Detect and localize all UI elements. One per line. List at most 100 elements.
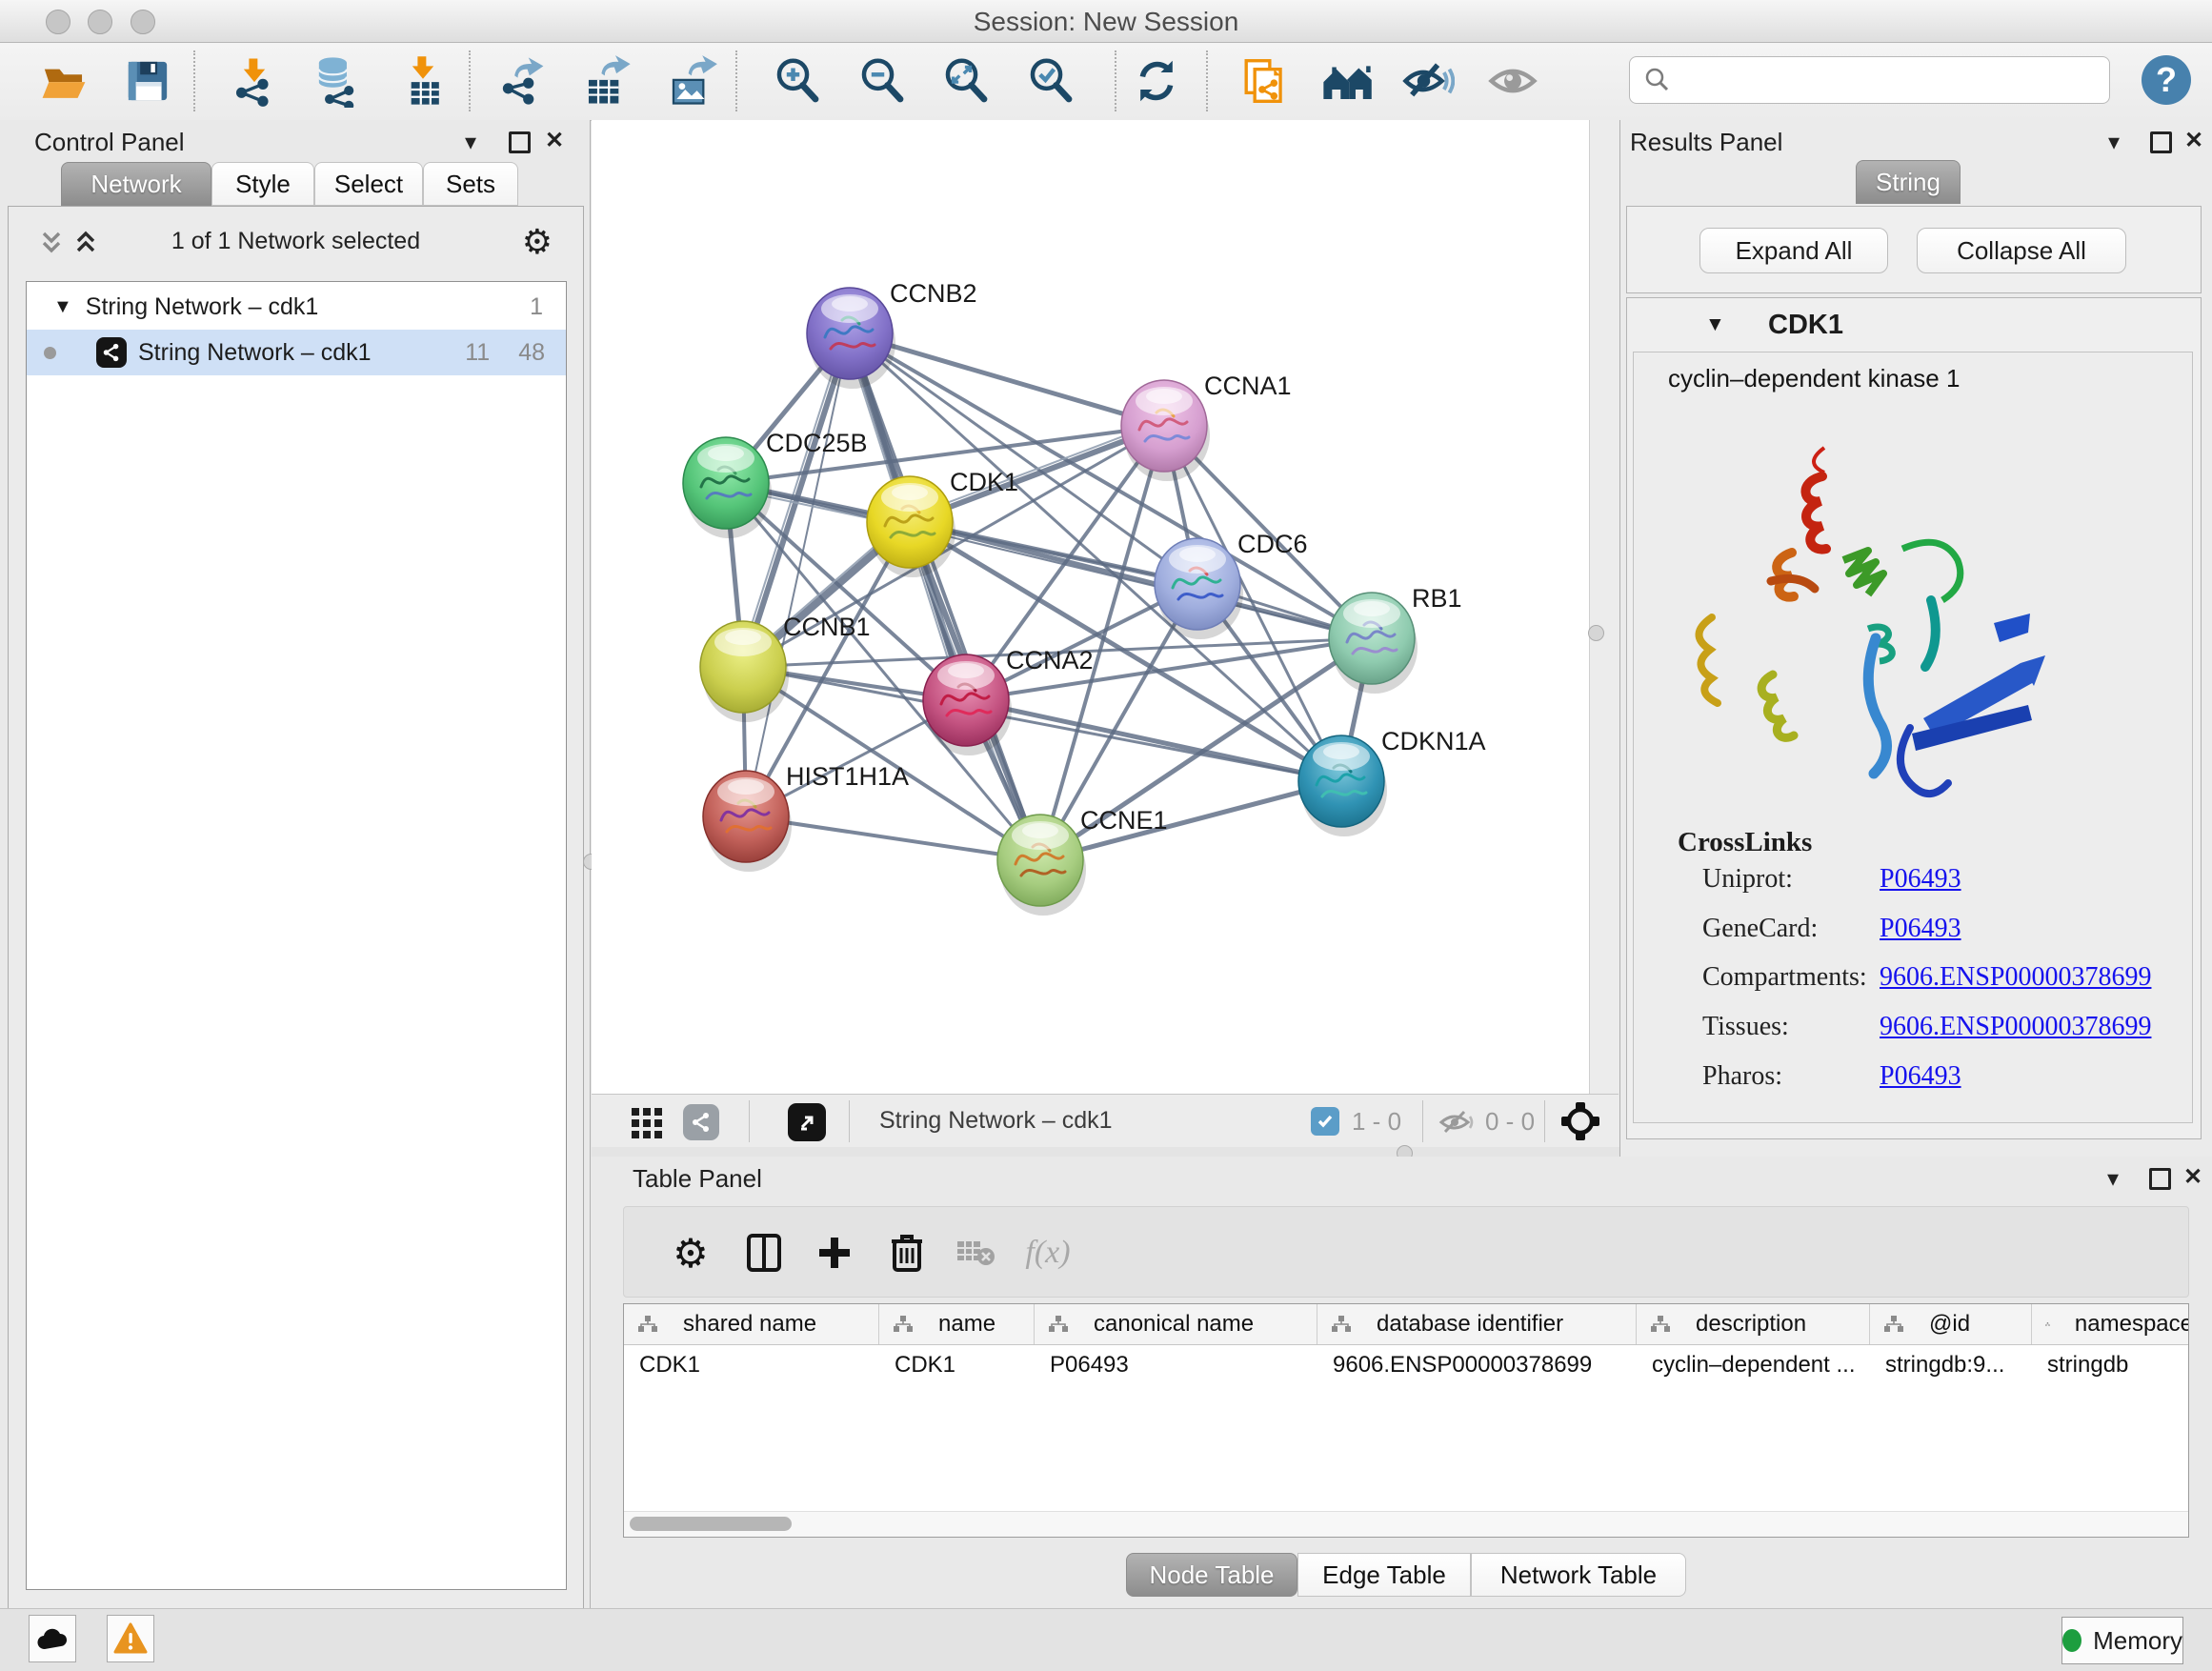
export-network-icon[interactable] (493, 52, 551, 110)
node-RB1[interactable] (1329, 593, 1418, 694)
column-header-namespace[interactable]: namespace (2032, 1304, 2189, 1344)
table-cell[interactable]: 9606.ENSP00000378699 (1317, 1344, 1637, 1386)
column-header-canonical-name[interactable]: canonical name (1035, 1304, 1317, 1344)
node-CCNB2[interactable] (807, 288, 895, 389)
node-CCNB1[interactable] (700, 621, 789, 722)
table-cell[interactable]: cyclin–dependent ... (1637, 1344, 1870, 1386)
help-button[interactable]: ? (2142, 55, 2191, 105)
panel-collapse-icon[interactable]: ▾ (2107, 1168, 2119, 1191)
network-view-type-icon[interactable] (683, 1104, 719, 1140)
tab-node-table[interactable]: Node Table (1126, 1553, 1297, 1597)
column-header-shared-name[interactable]: shared name (624, 1304, 879, 1344)
edge-CCNA2-CDKN1A[interactable] (966, 700, 1341, 781)
home-networks-icon[interactable] (1318, 52, 1376, 110)
tab-network-table[interactable]: Network Table (1471, 1553, 1686, 1597)
column-header--id[interactable]: @id (1870, 1304, 2032, 1344)
zoom-fit-icon[interactable] (937, 52, 995, 110)
export-image-icon[interactable] (663, 52, 720, 110)
column-header-label: database identifier (1377, 1311, 1563, 1338)
table-cell[interactable]: CDK1 (624, 1344, 879, 1386)
save-session-icon[interactable] (119, 52, 176, 110)
column-header-description[interactable]: description (1637, 1304, 1870, 1344)
node-CDK1[interactable] (867, 476, 955, 577)
node-CCNA2[interactable] (923, 654, 1012, 755)
scrollbar-thumb[interactable] (630, 1517, 792, 1531)
show-columns-icon[interactable] (735, 1224, 793, 1281)
tab-network[interactable]: Network (61, 162, 211, 206)
zoom-in-icon[interactable] (769, 52, 826, 110)
collapse-all-button[interactable]: Collapse All (1917, 228, 2126, 273)
show-eye-icon[interactable] (1484, 52, 1541, 110)
hidden-eye-icon[interactable] (1438, 1108, 1476, 1137)
panel-float-icon[interactable] (2150, 131, 2172, 153)
memory-button[interactable]: Memory (2061, 1617, 2183, 1664)
node-table[interactable]: shared namenamecanonical name database id… (623, 1303, 2189, 1538)
string-network-graph[interactable]: CCNB2CCNA1CDC25BCDK1CDC6RB1CCNB1CCNA2CDK… (592, 120, 1589, 1094)
hide-unhide-icon[interactable] (1399, 52, 1457, 110)
tab-string[interactable]: String (1856, 160, 1961, 204)
grid-view-icon[interactable] (630, 1104, 666, 1140)
panel-close-icon[interactable]: ✕ (545, 130, 564, 152)
cloud-button[interactable] (29, 1615, 76, 1662)
edge-CCNA1-CCNE1[interactable] (1040, 426, 1164, 860)
section-collapse-icon[interactable]: ▼ (1705, 313, 1725, 336)
table-cell[interactable]: CDK1 (879, 1344, 1035, 1386)
edge-CCNB2-CCNA1[interactable] (850, 333, 1164, 426)
table-cell[interactable]: stringdb:9... (1870, 1344, 2032, 1386)
import-network-icon[interactable] (226, 52, 283, 110)
node-HIST1H1A[interactable] (703, 771, 792, 872)
add-column-icon[interactable] (806, 1224, 863, 1281)
warnings-button[interactable] (107, 1615, 154, 1662)
panel-close-icon[interactable]: ✕ (2184, 130, 2203, 152)
table-cell[interactable]: stringdb (2032, 1344, 2189, 1386)
panel-collapse-icon[interactable]: ▾ (2108, 131, 2120, 154)
crosslink-link[interactable]: P06493 (1880, 1061, 1961, 1092)
delete-column-icon[interactable] (878, 1224, 935, 1281)
panel-float-icon[interactable] (509, 131, 531, 153)
birdseye-view-icon[interactable] (788, 1103, 826, 1141)
network-collection-row[interactable]: ▼ String Network – cdk1 1 (27, 284, 566, 330)
clone-network-icon[interactable] (1234, 52, 1291, 110)
node-CCNE1[interactable] (997, 815, 1086, 916)
gene-section-header[interactable]: ▼ CDK1 (1627, 298, 2201, 350)
import-database-icon[interactable] (310, 52, 367, 110)
table-settings-gear-icon[interactable]: ⚙ (662, 1224, 719, 1281)
tab-select[interactable]: Select (314, 162, 423, 206)
selected-checkbox-icon[interactable] (1311, 1107, 1339, 1136)
zoom-out-icon[interactable] (854, 52, 911, 110)
network-row[interactable]: String Network – cdk1 11 48 (27, 330, 566, 375)
node-CDC25B[interactable] (683, 437, 772, 538)
fit-selected-crosshair-icon[interactable] (1559, 1100, 1601, 1142)
refresh-layout-icon[interactable] (1128, 52, 1185, 110)
zoom-selected-icon[interactable] (1022, 52, 1079, 110)
search-box[interactable] (1629, 56, 2110, 104)
table-cell[interactable]: P06493 (1035, 1344, 1317, 1386)
expand-all-button[interactable]: Expand All (1699, 228, 1888, 273)
column-header-name[interactable]: name (879, 1304, 1035, 1344)
panel-close-icon[interactable]: ✕ (2183, 1166, 2202, 1189)
tab-style[interactable]: Style (211, 162, 314, 206)
tab-sets[interactable]: Sets (423, 162, 518, 206)
import-table-icon[interactable] (394, 52, 452, 110)
network-view-canvas[interactable]: CCNB2CCNA1CDC25BCDK1CDC6RB1CCNB1CCNA2CDK… (592, 120, 1589, 1094)
crosslink-link[interactable]: 9606.ENSP00000378699 (1880, 962, 2151, 993)
toolbar-separator (749, 1100, 750, 1142)
gear-icon[interactable]: ⚙ (522, 222, 553, 262)
column-header-database-identifier[interactable]: database identifier (1317, 1304, 1637, 1344)
right-splitter-handle[interactable] (1588, 625, 1604, 641)
open-session-icon[interactable] (35, 52, 92, 110)
table-horizontal-scrollbar[interactable] (624, 1511, 2188, 1537)
edge-CCNB2-HIST1H1A[interactable] (746, 333, 850, 816)
crosslink-link[interactable]: P06493 (1880, 864, 1961, 895)
crosslink-link[interactable]: P06493 (1880, 914, 1961, 944)
column-network-icon (1331, 1315, 1352, 1334)
crosslink-link[interactable]: 9606.ENSP00000378699 (1880, 1012, 2151, 1042)
tree-expand-icon[interactable]: ▼ (53, 296, 72, 318)
panel-collapse-icon[interactable]: ▾ (465, 131, 476, 154)
tab-edge-table[interactable]: Edge Table (1297, 1553, 1471, 1597)
panel-float-icon[interactable] (2149, 1168, 2171, 1190)
export-table-icon[interactable] (578, 52, 635, 110)
node-CDKN1A[interactable] (1298, 735, 1387, 836)
search-input[interactable] (1681, 66, 2109, 94)
toolbar-separator (1206, 50, 1208, 111)
